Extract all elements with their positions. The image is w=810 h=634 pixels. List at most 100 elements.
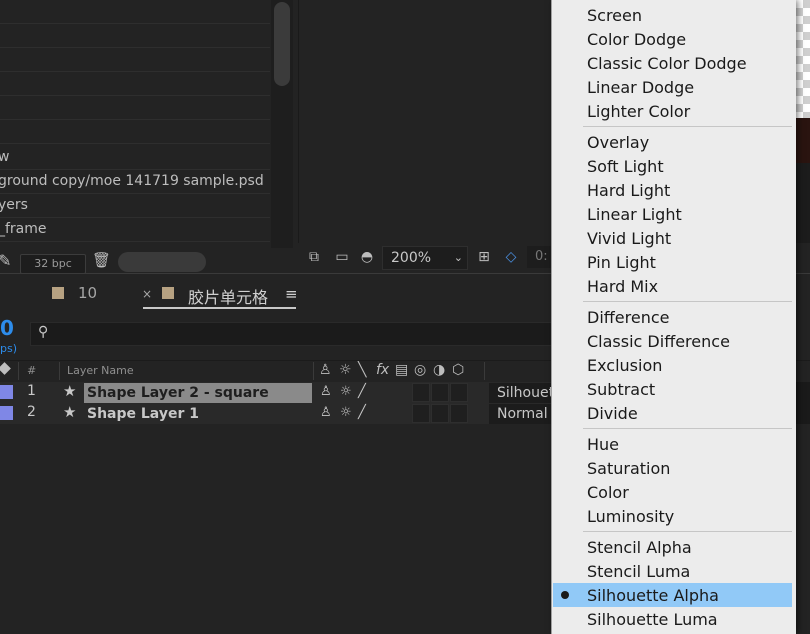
column-divider xyxy=(18,362,19,380)
quality-switch-icon[interactable]: ╱ xyxy=(358,405,366,420)
layer-label-color[interactable] xyxy=(0,406,13,420)
column-divider xyxy=(59,362,60,380)
project-item-label: _frame xyxy=(0,221,47,237)
menu-item-overlay[interactable]: Overlay xyxy=(587,133,649,152)
quality-switch-icon[interactable]: ╱ xyxy=(358,384,366,399)
project-row[interactable] xyxy=(0,72,270,96)
switch-box[interactable] xyxy=(450,404,468,423)
transparency-grid xyxy=(795,0,810,118)
menu-item-luminosity[interactable]: Luminosity xyxy=(587,507,674,526)
menu-separator xyxy=(583,428,792,429)
layer-search-input[interactable] xyxy=(30,322,552,346)
menu-item-classic-difference[interactable]: Classic Difference xyxy=(587,332,730,351)
menu-item-linear-dodge[interactable]: Linear Dodge xyxy=(587,78,694,97)
menu-item-linear-light[interactable]: Linear Light xyxy=(587,205,682,224)
project-row[interactable] xyxy=(0,96,270,120)
mask-icon[interactable]: ◓ xyxy=(358,248,376,266)
menu-item-silhouette-alpha[interactable]: Silhouette Alpha xyxy=(587,586,719,605)
menu-item-color[interactable]: Color xyxy=(587,483,629,502)
project-item-label: ground copy/moe 141719 sample.psd xyxy=(0,173,264,189)
layer-number: 2 xyxy=(27,404,36,420)
switch-box[interactable] xyxy=(431,383,449,402)
menu-separator xyxy=(583,301,792,302)
layer-name-column-header[interactable]: Layer Name xyxy=(67,364,134,377)
layer-name[interactable]: Shape Layer 2 - square xyxy=(84,383,312,403)
switch-box[interactable] xyxy=(431,404,449,423)
display-icon[interactable]: ▭ xyxy=(333,248,351,266)
menu-item-classic-color-dodge[interactable]: Classic Color Dodge xyxy=(587,54,747,73)
menu-item-saturation[interactable]: Saturation xyxy=(587,459,670,478)
layer-number: 1 xyxy=(27,383,36,399)
search-icon: ⚲ xyxy=(38,324,49,340)
project-item-label: w xyxy=(0,149,10,165)
menu-item-difference[interactable]: Difference xyxy=(587,308,669,327)
menu-item-silhouette-luma[interactable]: Silhouette Luma xyxy=(587,610,718,629)
project-row[interactable] xyxy=(0,24,270,48)
project-row[interactable] xyxy=(0,120,270,144)
grid-guides-icon[interactable]: ⊞ xyxy=(475,248,493,266)
chevron-down-icon: ⌄ xyxy=(453,251,463,264)
panel-menu-icon[interactable]: ≡ xyxy=(285,285,298,303)
menu-item-vivid-light[interactable]: Vivid Light xyxy=(587,229,671,248)
zoom-select[interactable]: 200% ⌄ xyxy=(382,246,468,270)
menu-item-stencil-alpha[interactable]: Stencil Alpha xyxy=(587,538,692,557)
blend-mode-select[interactable]: Silhouette Alpha xyxy=(489,383,559,403)
project-item[interactable]: w xyxy=(0,146,270,170)
blend-mode-select[interactable]: Normal xyxy=(489,404,559,424)
column-divider xyxy=(484,362,485,380)
menu-item-screen[interactable]: Screen xyxy=(587,6,642,25)
shy-switch-icon[interactable]: ♙ xyxy=(320,405,332,420)
zoom-value: 200% xyxy=(391,250,432,266)
menu-item-lighter-color[interactable]: Lighter Color xyxy=(587,102,690,121)
collapse-switch-icon[interactable]: ☼ xyxy=(340,405,352,420)
switch-box[interactable] xyxy=(412,383,430,402)
fps-label: ps) xyxy=(0,342,18,355)
selected-bullet-icon xyxy=(561,591,569,599)
menu-item-hard-mix[interactable]: Hard Mix xyxy=(587,277,658,296)
menu-item-exclusion[interactable]: Exclusion xyxy=(587,356,662,375)
motion-blur-icon[interactable]: ◎ xyxy=(414,362,426,378)
tab-comp-active[interactable]: 胶片单元格 xyxy=(188,284,268,308)
project-panel: w ground copy/moe 141719 sample.psd yers… xyxy=(0,0,298,248)
timeline-track[interactable] xyxy=(795,382,810,424)
project-item[interactable]: yers xyxy=(0,194,270,218)
menu-item-subtract[interactable]: Subtract xyxy=(587,380,655,399)
tab-comp-10[interactable]: 10 xyxy=(78,284,97,302)
menu-item-hard-light[interactable]: Hard Light xyxy=(587,181,670,200)
close-icon[interactable]: × xyxy=(142,287,152,301)
project-item[interactable]: ground copy/moe 141719 sample.psd xyxy=(0,170,270,194)
snapshot-icon[interactable]: ⧉ xyxy=(305,248,323,266)
3d-layer-icon[interactable]: ⬡ xyxy=(452,362,464,378)
shy-switch-icon[interactable]: ♙ xyxy=(320,384,332,399)
project-item[interactable]: _frame xyxy=(0,218,270,242)
adjustment-layer-icon[interactable]: ◑ xyxy=(433,362,445,378)
project-scrollbar-thumb[interactable] xyxy=(274,2,290,86)
pen-icon[interactable]: ✎ xyxy=(0,251,11,270)
switch-box[interactable] xyxy=(450,383,468,402)
shy-icon[interactable]: ♙ xyxy=(319,362,332,378)
menu-item-pin-light[interactable]: Pin Light xyxy=(587,253,656,272)
menu-item-hue[interactable]: Hue xyxy=(587,435,619,454)
layer-name[interactable]: Shape Layer 1 xyxy=(84,404,199,424)
menu-item-color-dodge[interactable]: Color Dodge xyxy=(587,30,686,49)
mask-path-icon[interactable]: ◇ xyxy=(502,248,520,266)
layer-label-color[interactable] xyxy=(0,385,13,399)
menu-item-soft-light[interactable]: Soft Light xyxy=(587,157,664,176)
viewer-canvas-image xyxy=(795,118,810,163)
quality-icon[interactable]: ╲ xyxy=(358,362,366,378)
menu-item-stencil-luma[interactable]: Stencil Luma xyxy=(587,562,690,581)
current-time[interactable]: 0 xyxy=(0,316,14,340)
switch-box[interactable] xyxy=(412,404,430,423)
number-column-header[interactable]: # xyxy=(27,364,36,377)
project-row[interactable] xyxy=(0,0,270,24)
frame-blend-icon[interactable]: ▤ xyxy=(395,362,408,378)
project-row[interactable] xyxy=(0,48,270,72)
menu-item-divide[interactable]: Divide xyxy=(587,404,638,423)
shape-layer-icon: ★ xyxy=(63,403,77,421)
effects-icon[interactable]: fx xyxy=(376,362,389,378)
trash-icon[interactable]: 🗑 xyxy=(92,251,111,269)
bpc-button[interactable]: 32 bpc xyxy=(20,254,86,274)
thumbnail-slider[interactable] xyxy=(118,252,206,272)
collapse-icon[interactable]: ☼ xyxy=(339,362,352,378)
collapse-switch-icon[interactable]: ☼ xyxy=(340,384,352,399)
